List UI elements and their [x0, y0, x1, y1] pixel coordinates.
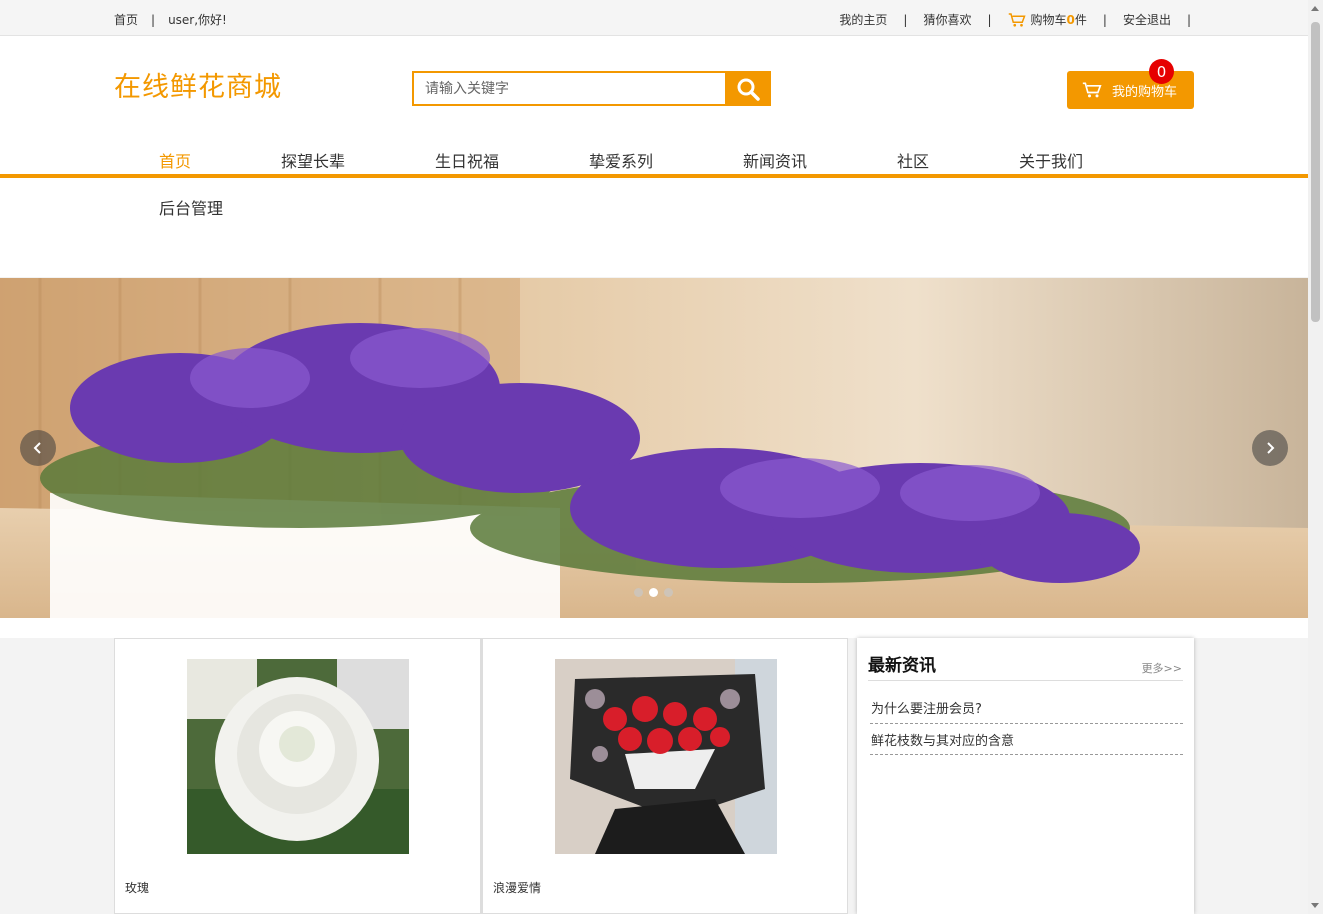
scroll-up-icon[interactable] [1311, 6, 1319, 11]
news-more-link[interactable]: 更多>> [1142, 660, 1182, 676]
product-card[interactable]: 玫瑰 [114, 638, 481, 914]
nav-item-community[interactable]: 社区 [897, 148, 929, 172]
header: 在线鲜花商城 我的购物车 0 首页 探望长辈 生日祝福 挚爱系列 新闻资讯 社区… [0, 36, 1308, 277]
top-home-link[interactable]: 首页 [114, 11, 138, 28]
search-button[interactable] [725, 71, 771, 106]
news-item[interactable]: 鲜花枝数与其对应的含意 [870, 724, 1183, 755]
top-bar-right: 我的主页 | 猜你喜欢 | 购物车 0 件 | 安全退出 | [839, 11, 1191, 28]
separator: | [1102, 12, 1107, 27]
product-card[interactable]: 浪漫爱情 [481, 638, 848, 914]
top-bar-left: 首页 | user,你好! [114, 11, 227, 28]
divider [0, 618, 1308, 638]
nav-item-admin[interactable]: 后台管理 [159, 195, 223, 219]
divider [868, 680, 1183, 681]
separator: | [151, 12, 156, 27]
carousel-dot[interactable] [634, 588, 643, 597]
page-scrollbar[interactable] [1308, 0, 1323, 914]
cart-icon [1082, 82, 1102, 98]
cart-icon [1008, 12, 1026, 27]
top-bar: 首页 | user,你好! 我的主页 | 猜你喜欢 | 购物车 0 件 | 安全退出… [0, 0, 1308, 36]
top-cart-link[interactable]: 购物车 0 件 [1008, 11, 1087, 28]
carousel-dot[interactable] [664, 588, 673, 597]
scrollbar-thumb[interactable] [1311, 22, 1320, 322]
product-image[interactable] [555, 659, 777, 854]
product-name[interactable]: 玫瑰 [125, 879, 149, 896]
user-greeting: user,你好! [168, 13, 227, 27]
nav-item-news[interactable]: 新闻资讯 [743, 148, 807, 172]
separator: | [903, 12, 908, 27]
banner-image [0, 278, 1308, 618]
carousel-next-button[interactable] [1252, 430, 1288, 466]
carousel-dots [634, 588, 673, 597]
product-list: 玫瑰 浪漫爱情 [114, 638, 849, 914]
news-item[interactable]: 为什么要注册会员? [870, 694, 1183, 724]
chevron-right-icon [1267, 442, 1275, 454]
search-input[interactable] [412, 71, 725, 106]
my-cart-button[interactable]: 我的购物车 [1067, 71, 1194, 109]
my-home-link[interactable]: 我的主页 [839, 11, 887, 28]
search-bar [412, 71, 771, 106]
nav-item-love-series[interactable]: 挚爱系列 [589, 148, 653, 172]
nav-item-home[interactable]: 首页 [159, 148, 191, 172]
cart-badge: 0 [1149, 59, 1174, 84]
cart-count: 0 [1066, 12, 1075, 27]
cart-label: 购物车 [1030, 13, 1067, 27]
nav-item-visit-elders[interactable]: 探望长辈 [281, 148, 345, 172]
banner-carousel[interactable] [0, 278, 1308, 618]
chevron-left-icon [33, 442, 41, 454]
cart-unit: 件 [1074, 13, 1087, 27]
guess-you-like-link[interactable]: 猜你喜欢 [923, 11, 971, 28]
scroll-down-icon[interactable] [1311, 903, 1319, 908]
logout-link[interactable]: 安全退出 [1123, 11, 1171, 28]
carousel-prev-button[interactable] [20, 430, 56, 466]
site-logo[interactable]: 在线鲜花商城 [114, 65, 282, 104]
separator: | [1186, 12, 1191, 27]
nav-item-about-us[interactable]: 关于我们 [1019, 148, 1083, 172]
news-panel: 最新资讯 更多>> 为什么要注册会员? 鲜花枝数与其对应的含意 [857, 638, 1194, 914]
nav-item-birthday[interactable]: 生日祝福 [435, 148, 499, 172]
separator: | [987, 12, 992, 27]
search-icon [737, 78, 760, 101]
product-image[interactable] [187, 659, 409, 854]
product-name[interactable]: 浪漫爱情 [493, 879, 541, 896]
news-list: 为什么要注册会员? 鲜花枝数与其对应的含意 [870, 694, 1183, 755]
main-nav: 首页 探望长辈 生日祝福 挚爱系列 新闻资讯 社区 关于我们 [0, 140, 1308, 178]
news-title: 最新资讯 [868, 656, 936, 676]
my-cart-label: 我的购物车 [1112, 84, 1178, 100]
carousel-dot[interactable] [649, 588, 658, 597]
